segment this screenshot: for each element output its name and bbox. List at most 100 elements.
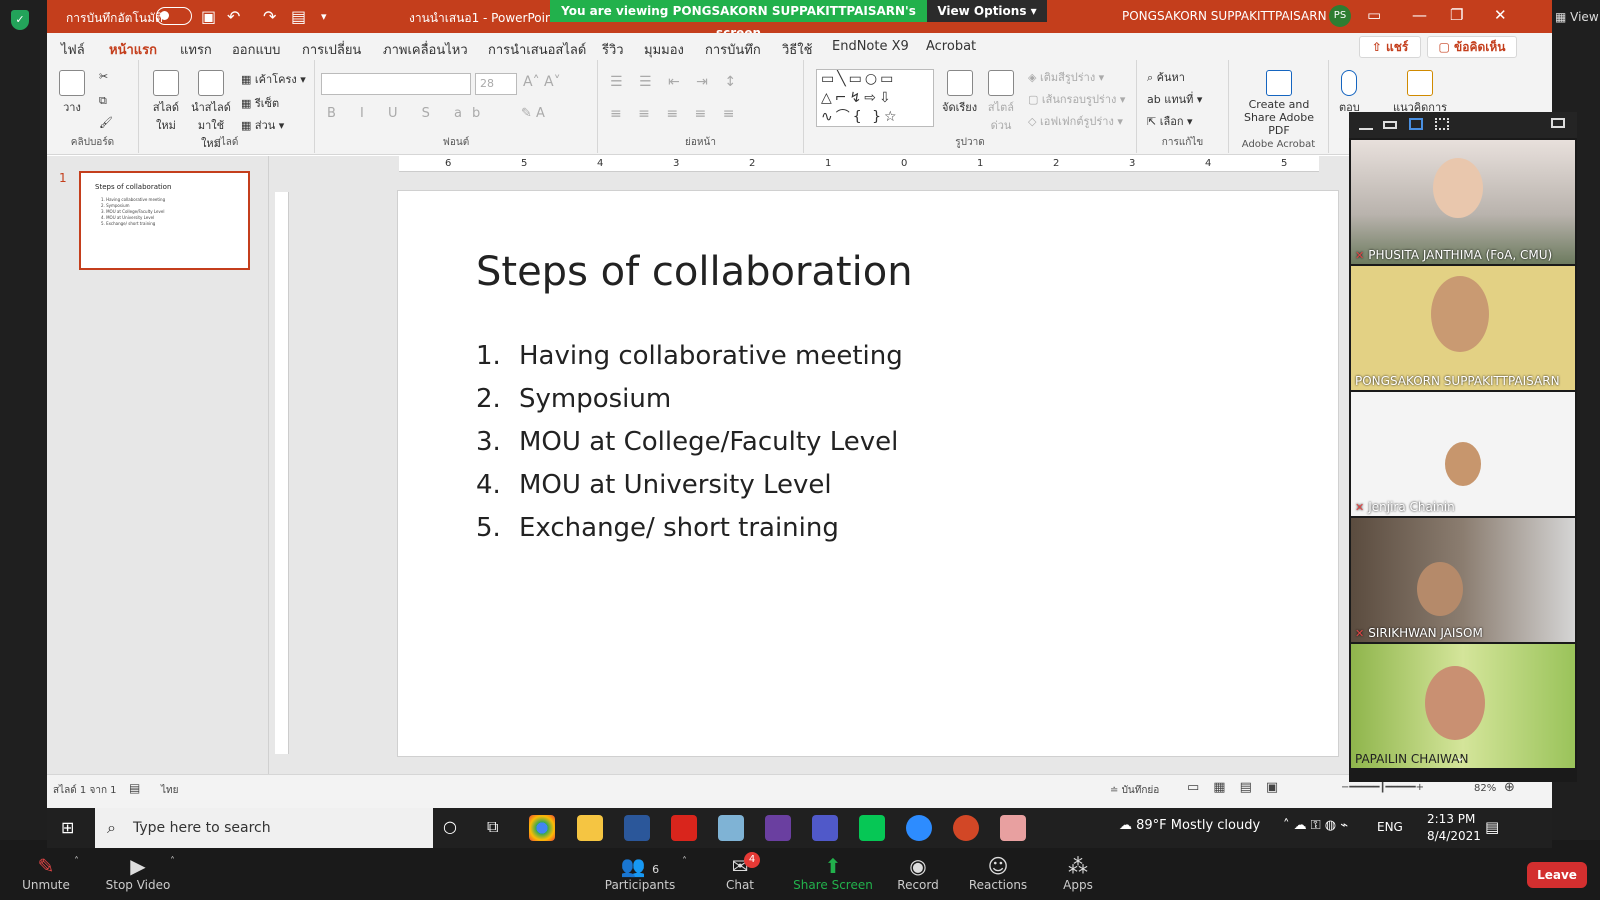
pop-out-icon[interactable] xyxy=(1551,118,1565,128)
replace-button[interactable]: ab แทนที่ ▾ xyxy=(1147,90,1202,108)
participant-tile[interactable]: ✕ PHUSITA JANTHIMA (FoA, CMU) xyxy=(1351,140,1575,264)
tab-design[interactable]: ออกแบบ xyxy=(232,39,280,60)
quick-styles-button[interactable]: สไตล์ ด่วน xyxy=(984,70,1018,134)
participants-button[interactable]: 👥 6 Participants xyxy=(595,854,685,892)
undo-icon[interactable]: ↶ xyxy=(227,7,240,26)
account-name[interactable]: PONGSAKORN SUPPAKITTPAISARN xyxy=(1122,9,1327,23)
align-icons[interactable]: ≡ ≡ ≡ ≡ ≡ xyxy=(610,106,740,122)
restore-icon[interactable]: ❐ xyxy=(1450,6,1463,24)
chrome-icon[interactable] xyxy=(529,815,555,841)
font-format-icons[interactable]: B I U S ab xyxy=(327,106,490,121)
view-mode-icons[interactable]: ▭▦▤▣ xyxy=(1187,780,1292,795)
reactions-button[interactable]: ☺ Reactions xyxy=(958,854,1038,892)
shape-fill-button[interactable]: ◈ เติมสีรูปร่าง ▾ xyxy=(1028,68,1104,86)
minimize-gallery-icon[interactable] xyxy=(1359,118,1373,130)
tray-icons[interactable]: ˄ ☁ ⚿ ◍ ⌁ xyxy=(1283,818,1348,833)
autosave-toggle[interactable] xyxy=(156,7,192,25)
participant-tile[interactable]: PONGSAKORN SUPPAKITTPAISARN xyxy=(1351,266,1575,390)
powerpoint-icon[interactable] xyxy=(953,815,979,841)
cortana-icon[interactable]: ○ xyxy=(443,817,457,836)
clock-date[interactable]: 8/4/2021 xyxy=(1427,829,1481,843)
taskbar-search[interactable]: ⌕ Type here to search xyxy=(95,808,433,848)
tab-transitions[interactable]: การเปลี่ยน xyxy=(302,39,361,60)
snipping-icon[interactable] xyxy=(1000,815,1026,841)
redo-icon[interactable]: ↷ xyxy=(263,7,276,26)
tab-help[interactable]: วิธีใช้ xyxy=(782,39,812,60)
word-icon[interactable] xyxy=(624,815,650,841)
new-slide-button[interactable]: สไลด์ ใหม่ xyxy=(149,70,183,134)
leave-button[interactable]: Leave xyxy=(1527,862,1587,888)
zoom-app-icon[interactable] xyxy=(906,815,932,841)
weather-widget[interactable]: ☁ 89°F Mostly cloudy xyxy=(1119,818,1260,833)
app-icon[interactable] xyxy=(718,815,744,841)
language-indicator[interactable]: ไทย xyxy=(161,783,178,798)
shape-effects-button[interactable]: ◇ เอฟเฟกต์รูปร่าง ▾ xyxy=(1028,112,1123,130)
teams-icon[interactable] xyxy=(812,815,838,841)
shapes-gallery[interactable]: ▭╲▭○▭ △⌐↯⇨⇩ ∿⌒{ }☆ xyxy=(816,69,934,127)
slide-canvas[interactable]: Steps of collaboration 1. Having collabor… xyxy=(398,191,1338,756)
view-button[interactable]: ▦ View xyxy=(1555,10,1599,24)
notification-icon[interactable]: ▤ xyxy=(1485,818,1499,836)
save-icon[interactable]: ▣ xyxy=(201,7,216,26)
audio-options-icon[interactable]: ˄ xyxy=(74,856,79,867)
stop-video-button[interactable]: ▶ Stop Video xyxy=(98,854,178,892)
grid-view-icon[interactable] xyxy=(1435,118,1449,130)
participant-tile[interactable]: ✕ SIRIKHWAN JAISOM xyxy=(1351,518,1575,642)
accessibility-icon[interactable]: ▤ xyxy=(129,781,140,795)
dictate-button[interactable]: ตอบ xyxy=(1339,70,1360,116)
layout-button[interactable]: ▦ เค้าโครง ▾ xyxy=(241,70,306,88)
font-size-select[interactable]: 28 xyxy=(475,73,517,95)
endnote-icon[interactable] xyxy=(765,815,791,841)
tab-endnote[interactable]: EndNote X9 xyxy=(832,39,909,54)
grow-font-icon[interactable]: A˄ A˅ xyxy=(523,74,561,90)
participant-tile[interactable]: PAPAILIN CHAIWAN ⌄ xyxy=(1351,644,1575,768)
tab-slideshow[interactable]: การนำเสนอสไลด์ xyxy=(488,39,586,60)
chat-button[interactable]: ✉ Chat xyxy=(700,854,780,892)
cut-icon[interactable]: ✂ xyxy=(99,70,108,83)
slide-title[interactable]: Steps of collaboration xyxy=(476,249,913,295)
ribbon-display-icon[interactable]: ▭ xyxy=(1367,6,1381,24)
create-share-pdf-button[interactable]: Create and Share Adobe PDF xyxy=(1233,70,1325,137)
tab-file[interactable]: ไฟล์ xyxy=(61,39,85,60)
view-options-button[interactable]: View Options ▾ xyxy=(927,0,1047,22)
acrobat-icon[interactable] xyxy=(671,815,697,841)
reset-button[interactable]: ▦ รีเซ็ต xyxy=(241,94,279,112)
designer-button[interactable]: แนวคิดการ xyxy=(1393,70,1447,116)
minimize-icon[interactable]: — xyxy=(1412,6,1427,24)
apps-button[interactable]: ⁂ Apps xyxy=(1038,854,1118,892)
input-language[interactable]: ENG xyxy=(1377,820,1403,834)
gallery-strip-icon[interactable] xyxy=(1409,118,1423,130)
clock-time[interactable]: 2:13 PM xyxy=(1427,812,1475,826)
zoom-slider[interactable]: −━━━━━┃━━━━━+ xyxy=(1341,782,1424,793)
tab-view[interactable]: มุมมอง xyxy=(644,39,684,60)
record-button[interactable]: ◉ Record xyxy=(878,854,958,892)
shape-outline-button[interactable]: ▢ เส้นกรอบรูปร่าง ▾ xyxy=(1028,90,1125,108)
arrange-button[interactable]: จัดเรียง xyxy=(942,70,977,116)
font-name-select[interactable] xyxy=(321,73,471,95)
tab-review[interactable]: รีวิว xyxy=(602,39,624,60)
slide-bullet-list[interactable]: 1. Having collaborative meeting 2. Symposi… xyxy=(476,341,903,556)
copy-icon[interactable]: ⧉ xyxy=(99,94,107,108)
speaker-view-icon[interactable] xyxy=(1383,121,1397,129)
task-view-icon[interactable]: ⧉ xyxy=(487,817,498,837)
tab-insert[interactable]: แทรก xyxy=(180,39,212,60)
notes-button[interactable]: ≐ บันทึกย่อ xyxy=(1110,783,1159,798)
tab-recording[interactable]: การบันทึก xyxy=(705,39,761,60)
paste-button[interactable]: วาง xyxy=(59,70,85,116)
list-icons[interactable]: ☰ ☰ ⇤ ⇥ ↕ xyxy=(610,74,742,90)
participant-tile[interactable]: ✕ Jenjira Chainin xyxy=(1351,392,1575,516)
present-icon[interactable]: ▤ xyxy=(291,7,306,26)
line-icon[interactable] xyxy=(859,815,885,841)
video-options-icon[interactable]: ˄ xyxy=(170,856,175,867)
slide-thumbnail[interactable]: Steps of collaboration 1. Having collabo… xyxy=(79,171,250,270)
format-painter-icon[interactable]: 🖌 xyxy=(99,116,113,129)
zoom-level[interactable]: 82% xyxy=(1474,783,1496,794)
fit-slide-icon[interactable]: ⊕ xyxy=(1504,780,1515,795)
participants-options-icon[interactable]: ˄ xyxy=(682,856,687,867)
select-button[interactable]: ⇱ เลือก ▾ xyxy=(1147,112,1193,130)
share-button[interactable]: ⇧ แชร์ xyxy=(1359,36,1421,58)
customize-qat-icon[interactable]: ▾ xyxy=(321,10,327,23)
comments-button[interactable]: ▢ ข้อคิดเห็น xyxy=(1427,36,1517,58)
windows-start-icon[interactable]: ⊞ xyxy=(61,818,74,837)
close-icon[interactable]: ✕ xyxy=(1494,6,1507,24)
